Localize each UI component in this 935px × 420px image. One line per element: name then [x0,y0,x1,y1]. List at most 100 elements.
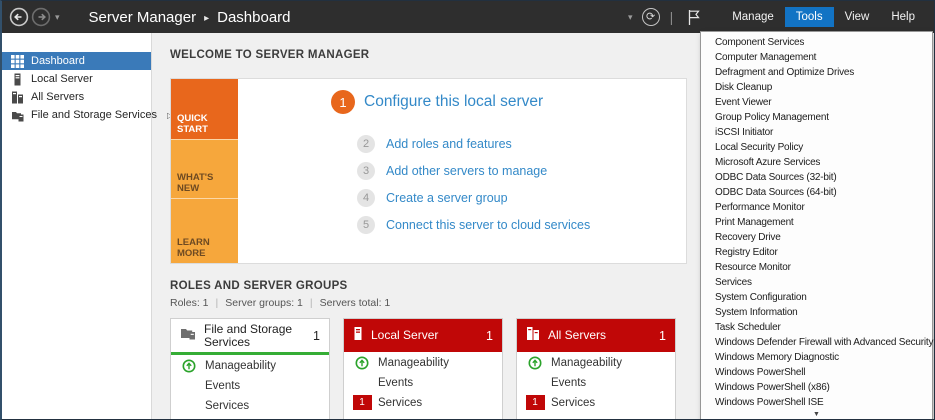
menu-manage[interactable]: Manage [721,7,785,27]
welcome-rail: QUICK START WHAT'S NEW LEARN MORE [171,79,238,263]
sidebar-item-all-servers[interactable]: All Servers [2,88,151,106]
tools-menu-item[interactable]: Resource Monitor [701,260,932,275]
sidebar-item-file-storage-services[interactable]: File and Storage Services ▷ [2,106,151,124]
forward-button[interactable] [30,6,52,28]
tools-menu-item[interactable]: Computer Management [701,50,932,65]
title-bar: ▾ Server Manager ▸ Dashboard ▾ ⟳ | Manag… [2,1,934,33]
folders-icon [11,109,24,122]
tile-row-services[interactable]: Services [171,396,329,415]
notifications-caret-icon[interactable]: ▾ [628,12,633,23]
tools-menu-item[interactable]: Disk Cleanup [701,80,932,95]
tools-menu-item[interactable]: Windows Defender Firewall with Advanced … [701,335,932,350]
tools-menu-item[interactable]: Windows Memory Diagnostic [701,350,932,365]
tools-menu-item[interactable]: ODBC Data Sources (32-bit) [701,170,932,185]
alert-count-badge: 1 [526,395,545,410]
tools-menu-item[interactable]: System Information [701,305,932,320]
step-add-roles-features[interactable]: 2 Add roles and features [357,135,512,153]
sidebar-item-local-server[interactable]: Local Server [2,70,151,88]
tile-row-services[interactable]: 1 Services [517,393,675,412]
alert-count-badge: 1 [353,395,372,410]
tile-count: 1 [313,329,320,343]
tools-menu-item[interactable]: Task Scheduler [701,320,932,335]
tile-local-server: Local Server 1 Manageability [343,318,503,420]
rail-tab-quick-start[interactable]: QUICK START [171,79,238,139]
step-number-badge: 5 [357,216,375,234]
tile-row-services[interactable]: 1 Services [344,393,502,412]
tile-header[interactable]: Local Server 1 [344,319,502,352]
step-configure-local-server[interactable]: 1 Configure this local server [331,90,543,114]
tile-row-label: Events [551,377,586,389]
tile-row-label: Services [378,397,422,409]
tile-row-label: Events [378,377,413,389]
sidebar-item-dashboard[interactable]: Dashboard [2,52,151,70]
step-connect-cloud-services[interactable]: 5 Connect this server to cloud services [357,216,590,234]
nav-history-caret-icon[interactable]: ▾ [55,12,60,23]
tools-menu-item[interactable]: Local Security Policy [701,140,932,155]
tools-menu-item[interactable]: Windows PowerShell ISE [701,395,932,410]
tools-menu-item[interactable]: Recovery Drive [701,230,932,245]
forward-arrow-icon [31,7,51,27]
tools-menu-item[interactable]: Component Services [701,35,932,50]
menu-view[interactable]: View [834,7,881,27]
tile-row-manageability[interactable]: Manageability [517,353,675,372]
step-create-server-group[interactable]: 4 Create a server group [357,189,508,207]
refresh-icon: ⟳ [646,12,655,23]
refresh-button[interactable]: ⟳ [642,8,660,26]
tools-menu-item[interactable]: Windows PowerShell (x86) [701,380,932,395]
sidebar-item-label: File and Storage Services [31,109,157,121]
tile-row-events[interactable]: Events [517,373,675,392]
tile-row-events[interactable]: Events [171,376,329,395]
app-title: Server Manager [89,9,197,26]
tools-menu-item[interactable]: Defragment and Optimize Drives [701,65,932,80]
step-link[interactable]: Create a server group [386,191,508,205]
tile-title: All Servers [548,329,655,342]
tile-row-events[interactable]: Events [344,373,502,392]
tools-menu-item[interactable]: System Configuration [701,290,932,305]
tile-header[interactable]: File and Storage Services 1 [171,319,329,355]
tools-menu-item[interactable]: Performance Monitor [701,200,932,215]
tile-row-label: Manageability [205,360,276,372]
menu-help[interactable]: Help [880,7,926,27]
tools-menu-item[interactable]: Group Policy Management [701,110,932,125]
rail-tab-learn-more[interactable]: LEARN MORE [171,198,238,263]
tile-row-label: Manageability [551,357,622,369]
step-link[interactable]: Add roles and features [386,137,512,151]
tile-row-manageability[interactable]: Manageability [344,353,502,372]
tile-row-label: Manageability [378,357,449,369]
step-link[interactable]: Configure this local server [364,93,543,111]
tools-menu-item[interactable]: ODBC Data Sources (64-bit) [701,185,932,200]
tile-header[interactable]: All Servers 1 [517,319,675,352]
step-number-badge: 2 [357,135,375,153]
back-button[interactable] [8,6,30,28]
tools-menu-item[interactable]: Microsoft Azure Services [701,155,932,170]
tools-menu-item[interactable]: Registry Editor [701,245,932,260]
tile-row-label: Services [551,397,595,409]
tools-menu-item[interactable]: Print Management [701,215,932,230]
tile-file-storage-services: File and Storage Services 1 Manageabilit… [170,318,330,420]
step-link[interactable]: Add other servers to manage [386,164,547,178]
notifications-flag-button[interactable] [683,6,705,28]
sidebar-item-label: All Servers [31,91,84,103]
tile-row-label: Services [205,400,249,412]
scroll-down-icon[interactable]: ▼ [701,410,932,420]
servers-icon [11,91,24,104]
sidebar-item-label: Local Server [31,73,93,85]
step-number-badge: 3 [357,162,375,180]
tools-menu-item[interactable]: iSCSI Initiator [701,125,932,140]
topbar-right-group: ▾ ⟳ | Manage Tools View Help [625,6,926,28]
step-link[interactable]: Connect this server to cloud services [386,218,590,232]
servers-total-count: Servers total: 1 [320,297,391,309]
step-add-other-servers[interactable]: 3 Add other servers to manage [357,162,547,180]
tools-menu-item[interactable]: Windows PowerShell [701,365,932,380]
tile-title: File and Storage Services [204,323,309,349]
topbar-divider: | [670,9,674,25]
servers-icon [526,326,540,346]
tile-row-manageability[interactable]: Manageability [171,356,329,375]
breadcrumb-arrow-icon: ▸ [204,13,209,24]
menu-tools[interactable]: Tools [785,7,834,27]
rail-tab-whats-new[interactable]: WHAT'S NEW [171,139,238,198]
tools-menu-item[interactable]: Event Viewer [701,95,932,110]
tools-menu-item[interactable]: Services [701,275,932,290]
server-icon [353,326,363,346]
sidebar: Dashboard Local Server All Servers [2,33,152,419]
